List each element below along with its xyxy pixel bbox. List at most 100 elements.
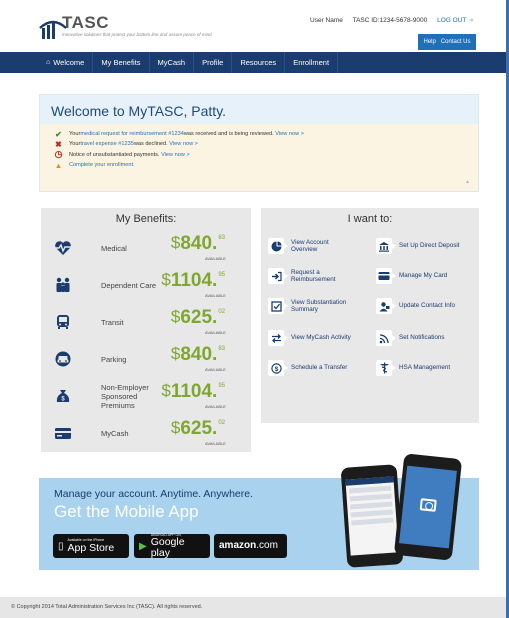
request-reimbursement-button[interactable]: Request a Reimbursement (261, 263, 365, 289)
moneybag-icon: $ (54, 388, 72, 404)
notice-text: Notice of unsubstantiated payments. (69, 151, 160, 158)
screen-row (349, 493, 392, 502)
bus-icon (54, 314, 72, 330)
nav-item-my-benefits[interactable]: My Benefits (93, 52, 150, 73)
logo-text[interactable]: TASC (62, 13, 109, 33)
contact-us-link[interactable]: Contact Us (441, 39, 471, 45)
nav-item-enrollment[interactable]: Enrollment (285, 52, 339, 73)
screen-row (349, 485, 392, 494)
set-notifications-button[interactable]: Set Notifications (369, 325, 473, 351)
svg-text:$: $ (274, 366, 278, 373)
available-label: AVAILABLE (205, 330, 226, 335)
benefit-row-non-employer-premiums[interactable]: $ Non-Employer Sponsored Premiums $1104.… (41, 378, 251, 415)
available-label: AVAILABLE (205, 441, 226, 446)
benefit-amount: $840.83 (171, 233, 225, 255)
nav-item-profile[interactable]: Profile (194, 52, 233, 73)
logout-link[interactable]: LOG OUT (437, 17, 466, 24)
nav-item-mycash[interactable]: MyCash (150, 52, 195, 73)
update-contact-info-button[interactable]: Update Contact Info (369, 293, 473, 319)
phone-screen (345, 476, 399, 556)
nav-item-resources[interactable]: Resources (232, 52, 286, 73)
amount-whole: 625. (180, 418, 218, 439)
amount-whole: 1104. (170, 381, 218, 402)
action-label: HSA Management (399, 364, 451, 372)
view-now-link[interactable]: View now > (275, 131, 304, 137)
hsa-management-button[interactable]: HSA Management (369, 355, 473, 381)
set-up-direct-deposit-button[interactable]: Set Up Direct Deposit (369, 233, 473, 259)
screen-row (351, 517, 394, 526)
bank-icon (376, 238, 396, 254)
amount-whole: 840. (180, 233, 218, 254)
benefit-label: Medical (101, 244, 127, 253)
footer-copyright: © Copyright 2014 Total Administration Se… (0, 597, 506, 618)
mobile-app-banner: Manage your account. Anytime. Anywhere. … (39, 453, 479, 570)
card-icon (54, 425, 72, 441)
currency-symbol: $ (170, 307, 181, 326)
notice-link[interactable]: Complete your enrollment. (69, 162, 135, 168)
available-label: AVAILABLE (205, 256, 226, 261)
screen-header (345, 476, 394, 486)
available-label: AVAILABLE (205, 293, 226, 298)
benefits-panel: My Benefits: Medical $840.83 AVAILABLE D… (41, 208, 251, 452)
play-triangle-icon: ▶ (139, 540, 147, 552)
card-icon (376, 268, 396, 284)
benefit-row-parking[interactable]: Parking $840.83 AVAILABLE (41, 341, 251, 378)
amount-cents: 02 (218, 420, 225, 426)
collapse-arrow-icon[interactable]: ▲ (465, 179, 470, 185)
benefit-label: Transit (101, 318, 124, 327)
notice-item: ▲ Complete your enrollment. (54, 160, 478, 170)
contact-icon (376, 298, 396, 314)
manage-my-card-button[interactable]: Manage My Card (369, 263, 473, 289)
amount-cents: 83 (218, 235, 225, 241)
user-name: User Name (310, 17, 343, 24)
amazon-button[interactable]: amazon .com (214, 534, 287, 558)
benefit-amount: $1104.95 (161, 381, 225, 403)
notice-text: was declined. (133, 141, 168, 148)
action-label: View Substantiation Summary (291, 298, 347, 314)
action-label: View MyCash Activity (291, 334, 351, 342)
google-play-button[interactable]: ▶ ANDROID APP ON Google play (134, 533, 210, 559)
header: TASC Innovative solutions that protect y… (0, 0, 506, 52)
benefit-amount: $625.02 (171, 307, 225, 329)
benefit-row-medical[interactable]: Medical $840.83 AVAILABLE (41, 230, 251, 267)
notice-link[interactable]: travel expense #1235 (80, 141, 134, 147)
view-now-link[interactable]: View now > (169, 141, 198, 147)
view-now-link[interactable]: View now > (161, 152, 190, 158)
amount-whole: 1104. (170, 270, 218, 291)
amazon-text: amazon (219, 540, 257, 551)
logo-tagline: Innovative solutions that protect your b… (62, 32, 212, 37)
notice-item: ✖ Your travel expense #1235 was declined… (54, 139, 478, 149)
schedule-transfer-button[interactable]: $ Schedule a Transfer (261, 355, 365, 381)
benefit-label: Non-Employer Sponsored Premiums (101, 383, 149, 410)
app-store-button[interactable]: ▯ Available on the iPhone App Store (53, 534, 129, 558)
amount-whole: 840. (180, 344, 218, 365)
view-substantiation-summary-button[interactable]: View Substantiation Summary (261, 293, 365, 319)
benefit-amount: $840.83 (171, 344, 225, 366)
currency-symbol: $ (161, 270, 171, 289)
mobile-phones-image (339, 453, 479, 570)
nav-item-welcome[interactable]: ⌂ Welcome (38, 52, 94, 73)
benefit-row-mycash[interactable]: MyCash $625.02 AVAILABLE (41, 415, 251, 452)
notice-text: was received and is being reviewed. (183, 131, 274, 138)
phone-image (340, 464, 404, 568)
heartbeat-icon (54, 240, 72, 256)
currency-symbol: $ (170, 418, 181, 437)
benefit-row-dependent-care[interactable]: Dependent Care $1104.95 AVAILABLE (41, 267, 251, 304)
notice-link[interactable]: medical request for reimbursement #1234 (80, 131, 184, 137)
store-big-text: Google play (150, 536, 185, 559)
user-info: User Name TASC ID:1234-5678-9000 LOG OUT… (310, 16, 481, 24)
help-link[interactable]: Help (423, 39, 435, 45)
view-account-overview-button[interactable]: View Account Overview (261, 233, 365, 259)
available-label: AVAILABLE (205, 404, 226, 409)
amount-cents: 02 (218, 309, 225, 315)
view-mycash-activity-button[interactable]: View MyCash Activity (261, 325, 365, 351)
phone-image (393, 453, 463, 561)
benefit-row-transit[interactable]: Transit $625.02 AVAILABLE (41, 304, 251, 341)
screen-row (350, 501, 393, 510)
main-nav: ⌂ Welcome My Benefits MyCash Profile Res… (0, 52, 506, 73)
notice-item: ◷ Notice of unsubstantiated payments. Vi… (54, 149, 478, 160)
notice-text: Your (69, 131, 81, 138)
notice-text: Your (69, 141, 81, 148)
check-icon: ✔ (55, 129, 62, 139)
currency-symbol: $ (170, 344, 181, 363)
